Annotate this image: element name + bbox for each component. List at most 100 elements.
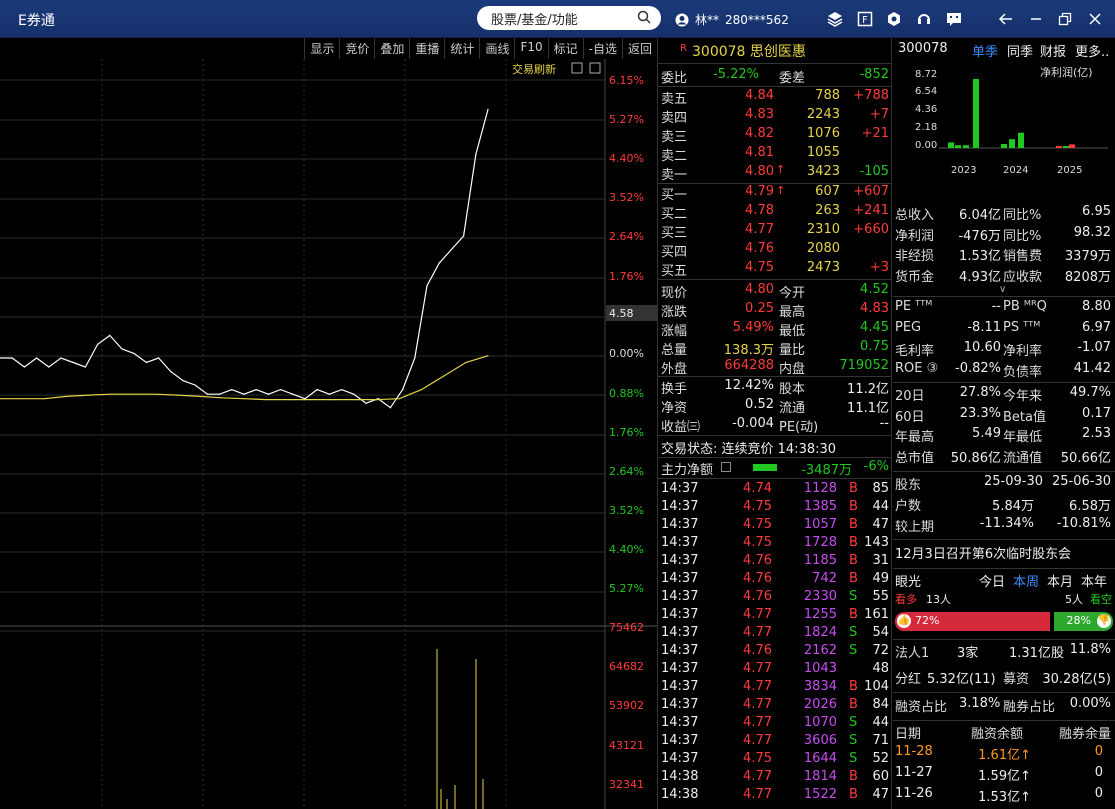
bid-price: 4.76 [745,241,774,256]
tick-volume: 2330 [803,589,837,604]
expand-chevron-icon[interactable]: ∨ [999,284,1006,295]
bear-pct: 28% [1066,614,1091,627]
price-point [72,361,74,364]
perf-row: 总市值 50.86亿 流通值 50.66亿 [893,447,1115,467]
val-row-label2: PB ᴹᴿQ [1003,299,1047,314]
fin-row-label2: 销售费 [1003,249,1043,264]
divider [893,296,1115,297]
pct-tick-label: 3.52% [609,191,644,204]
quote-panel: R 300078 思创医惠 委比 -5.22% 委差 -852 卖五 4.84 788 +788 卖… [657,38,892,809]
gear-icon[interactable] [886,11,902,27]
chart-toolbar-btn-0[interactable]: 显示 [304,38,339,59]
thumbs-up-icon[interactable]: 👍 [897,614,911,628]
fin-row-value: 1.53亿 [959,249,1001,264]
settings-icon[interactable] [571,62,583,74]
avg-price-point [265,399,267,401]
period-month[interactable]: 本月 [1047,571,1073,590]
notice-text[interactable]: 12月3日召开第6次临时股东会 [895,543,1071,562]
stat-label: 涨跌 [661,305,688,320]
flow-detail-icon[interactable] [721,462,731,472]
val-row-value: -0.82% [955,360,1001,376]
divider [658,457,892,458]
price-point [219,393,221,395]
divider [658,376,892,377]
restore-icon[interactable] [1057,11,1073,27]
quote-header[interactable]: R 300078 思创医惠 [658,41,892,61]
stat-value: 11.2亿 [847,382,889,397]
tick-count: 31 [872,553,889,568]
chart-toolbar-btn-5[interactable]: 画线 [479,38,514,59]
tick-volume: 1255 [803,607,837,622]
tab-more[interactable]: 更多.. [1075,41,1109,60]
intraday-chart[interactable]: 交易刷新 6.15% 5.27% 4.40% 3.52% 2.64% 1.76% 0.88% 0… [0,59,657,809]
headset-icon[interactable] [916,11,932,27]
price-point [304,398,306,400]
bid-change: +241 [853,203,889,218]
avg-price-point [420,389,423,391]
tick-price: 4.77 [743,625,772,640]
tab-report[interactable]: 财报 [1040,41,1066,60]
back-icon[interactable] [998,11,1014,27]
avg-price-point [176,394,179,396]
tab-quarter[interactable]: 单季 [972,41,998,60]
chart-toolbar: 显示 竞价 叠加 重播 统计 画线 F10 标记 -自选 返回 [0,38,657,59]
period-year[interactable]: 本年 [1081,571,1107,590]
chart-toolbar-btn-4[interactable]: 统计 [444,38,479,59]
search-input[interactable]: 股票/基金/功能 [477,6,661,30]
stat-label: 内盘 [779,362,806,377]
chart-toolbar-btn-7[interactable]: 标记 [547,38,583,59]
trade-refresh-label[interactable]: 交易刷新 [512,62,556,76]
chart-toolbar-btn-2[interactable]: 叠加 [374,38,409,59]
user-icon [675,13,689,26]
tick-volume: 1385 [803,499,837,514]
avg-price-point [88,394,90,396]
val-row-value: 10.60 [963,340,1001,355]
price-point [475,154,477,156]
tick-price: 4.76 [743,589,772,604]
thumbs-down-icon[interactable]: 👎 [1097,614,1111,628]
ask-volume: 1055 [806,145,840,160]
tick-price: 4.76 [743,571,772,586]
profit-y-tick: 4.36 [915,104,937,115]
margin-ratio-row: 融资占比 3.18% 融券占比 0.00% [893,696,1115,716]
chart-toolbar-btn-1[interactable]: 竞价 [339,38,374,59]
tab-same-quarter[interactable]: 同季 [1007,41,1033,60]
message-icon[interactable] [946,11,962,27]
avg-price-point [65,395,68,397]
val-row: PE ᵀᵀᴹ -- PB ᴹᴿQ 8.80 [893,299,1115,319]
trade-status: 交易状态: 连续竞价 14:38:30 [661,442,837,457]
pct-tick-label: 5.27% [609,113,644,126]
chart-toolbar-btn-6[interactable]: F10 [514,38,547,59]
val-row-value: -8.11 [967,319,1001,335]
tick-side: B [849,697,858,712]
main-flow-row: 主力净额 -3487万 -6% [658,459,892,478]
intraday-chart-area[interactable]: 显示 竞价 叠加 重播 统计 画线 F10 标记 -自选 返回 交易刷新 6.15% 5.27% 4.4… [0,38,657,809]
avg-price-point [199,395,201,397]
f10-icon[interactable]: F [857,11,873,27]
tick-count: 47 [872,787,889,802]
holders-row-v2: -10.81% [1056,515,1111,531]
stat-row: 涨幅 5.49% 最低 4.45 [658,320,892,339]
chart-toolbar-btn-9[interactable]: 返回 [621,38,657,59]
toggle-icon[interactable] [589,62,601,74]
bid-row: 买五 4.75 2473 +3 [658,260,892,279]
user-account[interactable]: 林** 280***562 [675,11,789,28]
tick-volume: 1128 [803,481,837,496]
bid-price: 4.78 [745,203,774,218]
bid-row: 买四 4.76 2080 [658,241,892,260]
price-point [133,352,135,355]
tick-side: B [849,769,858,784]
fin-row-value2: 6.95 [1082,204,1111,219]
minimize-icon[interactable] [1028,11,1044,27]
search-icon[interactable] [637,10,651,24]
period-today[interactable]: 今日 [979,571,1005,590]
period-week[interactable]: 本周 [1013,571,1039,590]
chart-toolbar-btn-8[interactable]: -自选 [582,38,622,59]
price-point [48,366,50,368]
tick-row: 14:37 4.77 1043 48 [658,661,892,679]
chart-toolbar-btn-3[interactable]: 重播 [409,38,444,59]
layers-icon[interactable] [827,11,843,27]
perf-row-value2: 49.7% [1069,385,1111,400]
pct-tick-label: 4.40% [609,543,644,556]
close-icon[interactable] [1087,11,1103,27]
